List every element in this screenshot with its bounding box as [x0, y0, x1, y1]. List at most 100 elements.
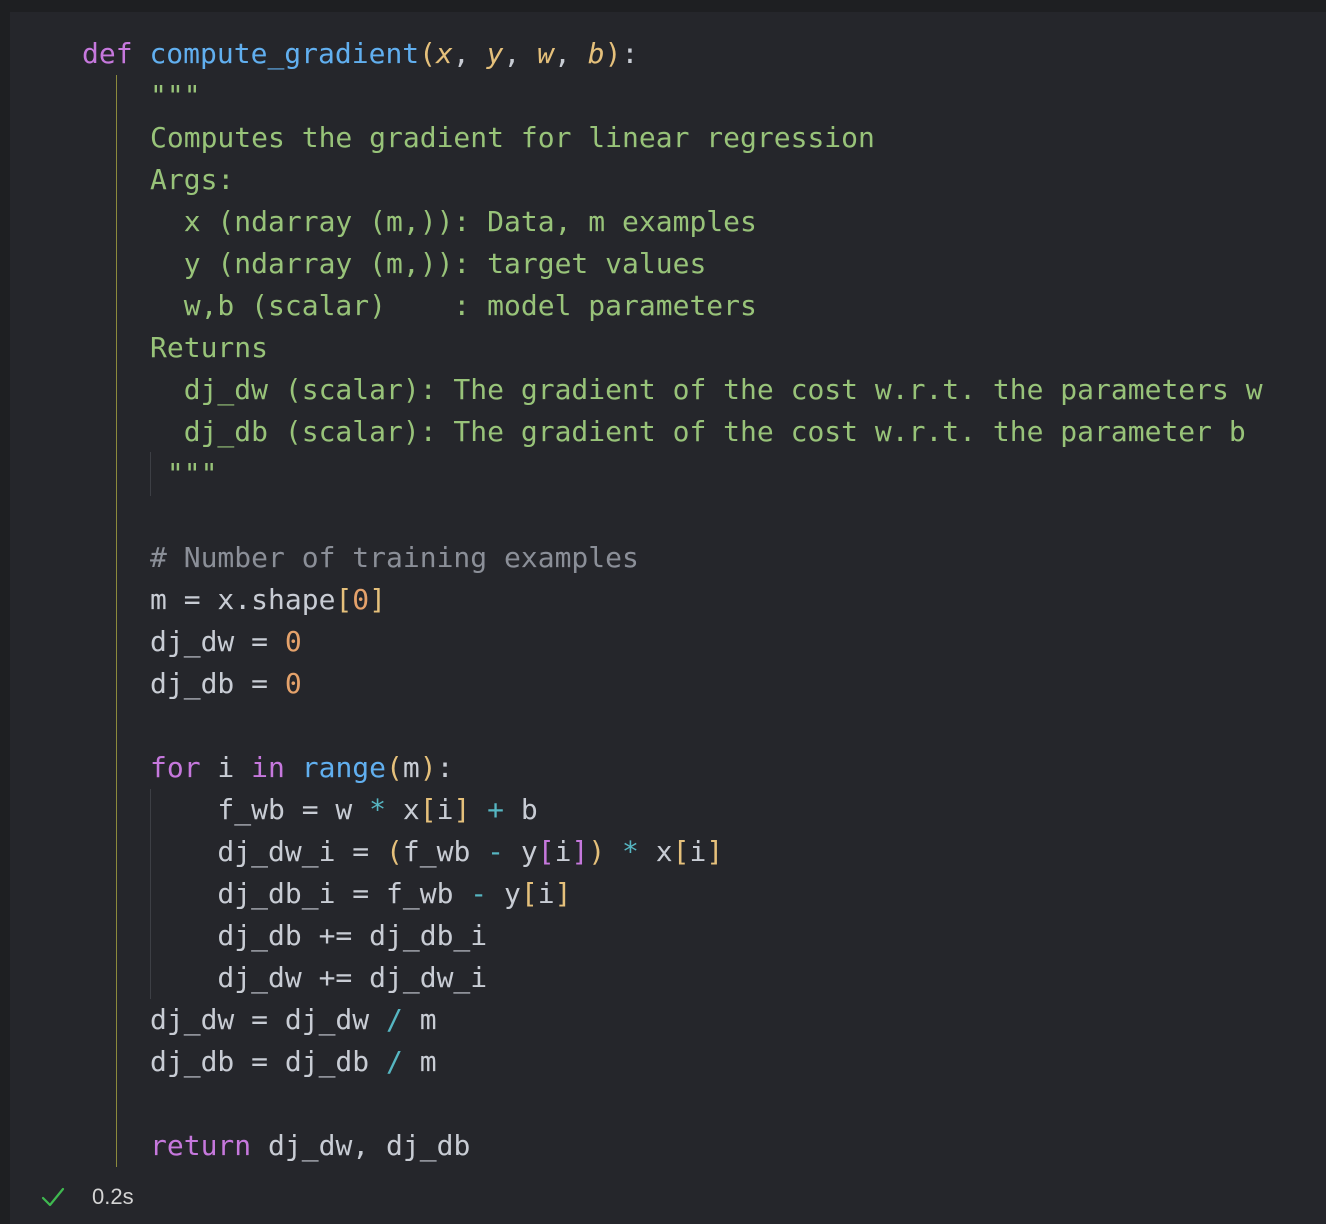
- code-line: dj_db += dj_db_i: [150, 915, 487, 957]
- execution-status: 0.2s: [40, 1181, 134, 1213]
- code-token: return: [150, 1129, 252, 1162]
- code-token: ]: [554, 877, 572, 910]
- code-token: 0: [284, 667, 302, 700]
- code-token: compute_gradient: [149, 37, 420, 70]
- code-token: *: [622, 835, 639, 868]
- code-token: (: [419, 37, 437, 70]
- code-token: dj_dw = dj_dw: [150, 1003, 387, 1036]
- code-token: [: [520, 877, 538, 910]
- code-token: [: [419, 793, 437, 826]
- code-token: +: [487, 793, 505, 826]
- code-token: ]: [453, 793, 471, 826]
- code-token: Computes the gradient for linear regress…: [150, 121, 875, 154]
- code-token: w,b (scalar) : model parameters: [150, 289, 757, 322]
- code-token: b: [504, 793, 538, 826]
- indent-guide: [116, 75, 117, 1167]
- code-line: w,b (scalar) : model parameters: [150, 285, 757, 327]
- code-token: dj_dw += dj_dw_i: [150, 961, 488, 994]
- code-token: ]: [706, 835, 724, 868]
- code-token: """: [150, 79, 201, 112]
- code-token: Returns: [150, 331, 269, 364]
- code-line: dj_dw_i = (f_wb - y[i]) * x[i]: [150, 831, 723, 873]
- code-token: dj_db_i = f_wb: [150, 877, 471, 910]
- code-line: dj_dw (scalar): The gradient of the cost…: [150, 369, 1263, 411]
- code-token: -: [470, 877, 488, 910]
- code-token: (: [386, 835, 403, 868]
- code-line: dj_dw = dj_dw / m: [150, 999, 437, 1041]
- code-token: x: [386, 793, 420, 826]
- code-token: i: [200, 751, 252, 784]
- code-token: -: [487, 835, 505, 868]
- code-token: :: [436, 751, 454, 784]
- code-token: x (ndarray (m,)): Data, m examples: [150, 205, 757, 238]
- code-token: :: [621, 37, 639, 70]
- code-line: for i in range(m):: [150, 747, 453, 789]
- code-token: ,: [452, 37, 487, 70]
- code-line: def compute_gradient(x, y, w, b):: [82, 33, 638, 75]
- code-token: ,: [554, 37, 588, 70]
- code-token: ,: [503, 37, 538, 70]
- code-token: [: [537, 835, 555, 868]
- code-line: # Number of training examples: [150, 537, 639, 579]
- code-token: 0: [352, 583, 370, 616]
- code-line: m = x.shape[0]: [150, 579, 386, 621]
- code-line: Returns: [150, 327, 268, 369]
- code-token: dj_db += dj_db_i: [150, 919, 488, 952]
- code-token: /: [386, 1045, 403, 1078]
- code-token: (: [386, 751, 403, 784]
- code-token: ): [604, 37, 622, 70]
- execution-time: 0.2s: [92, 1184, 134, 1209]
- code-line: """: [150, 453, 218, 495]
- checkmark-icon: [41, 1187, 65, 1207]
- code-line: dj_dw = 0: [150, 621, 302, 663]
- code-token: ): [588, 835, 606, 868]
- code-token: in: [251, 751, 285, 784]
- code-token: dj_dw (scalar): The gradient of the cost…: [150, 373, 1263, 406]
- code-line: Computes the gradient for linear regress…: [150, 117, 875, 159]
- code-token: *: [369, 793, 387, 826]
- code-token: ]: [571, 835, 589, 868]
- code-token: dj_db = dj_db: [150, 1045, 387, 1078]
- code-token: b: [587, 37, 605, 70]
- code-line: dj_db = 0: [150, 663, 302, 705]
- code-token: w: [537, 37, 555, 70]
- code-line: return dj_dw, dj_db: [150, 1125, 470, 1167]
- code-line: """: [150, 75, 201, 117]
- code-token: for: [150, 751, 201, 784]
- code-line: f_wb = w * x[i] + b: [150, 789, 538, 831]
- code-token: [: [335, 583, 353, 616]
- code-token: dj_dw, dj_db: [251, 1129, 471, 1162]
- code-token: m: [402, 1003, 437, 1036]
- code-token: x: [436, 37, 453, 70]
- code-token: /: [386, 1003, 403, 1036]
- code-line: Args:: [150, 159, 234, 201]
- code-token: i: [689, 835, 707, 868]
- code-token: x: [638, 835, 673, 868]
- code-token: dj_db =: [150, 667, 285, 700]
- code-token: y: [504, 835, 538, 868]
- code-line: x (ndarray (m,)): Data, m examples: [150, 201, 757, 243]
- code-token: range: [301, 751, 387, 784]
- code-token: m: [402, 751, 420, 784]
- code-token: [: [672, 835, 690, 868]
- code-line: dj_db = dj_db / m: [150, 1041, 437, 1083]
- code-token: y: [487, 877, 521, 910]
- code-token: def: [82, 37, 133, 70]
- code-token: dj_dw_i =: [150, 835, 387, 868]
- code-token: i: [537, 877, 555, 910]
- code-token: i: [436, 793, 454, 826]
- code-line: y (ndarray (m,)): target values: [150, 243, 707, 285]
- code-token: f_wb = w: [150, 793, 370, 826]
- code-token: 0: [284, 625, 302, 658]
- code-token: y (ndarray (m,)): target values: [150, 247, 707, 280]
- code-token: Args:: [150, 163, 235, 196]
- code-token: ): [419, 751, 437, 784]
- code-token: ]: [369, 583, 387, 616]
- code-line: dj_dw += dj_dw_i: [150, 957, 487, 999]
- notebook-code-cell[interactable]: def compute_gradient(x, y, w, b): """ Comp…: [10, 12, 1326, 1224]
- code-token: i: [554, 835, 572, 868]
